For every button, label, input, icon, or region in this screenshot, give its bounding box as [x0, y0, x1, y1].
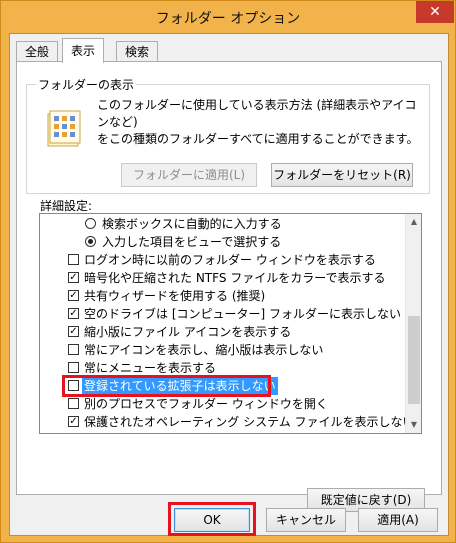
apply-button[interactable]: 適用(A) — [358, 508, 438, 532]
checkbox[interactable] — [68, 362, 79, 373]
folder-view-group-label: フォルダーの表示 — [36, 76, 137, 93]
list-item-label: 常にアイコンを表示し、縮小版は表示しない — [84, 343, 324, 357]
scroll-up-icon[interactable]: ▲ — [406, 214, 421, 230]
list-item-label: 入力した項目をビューで選択する — [102, 235, 282, 249]
folder-view-icon — [47, 110, 81, 147]
tab-search[interactable]: 検索 — [116, 41, 159, 62]
advanced-settings-list[interactable]: 検索ボックスに自動的に入力する 入力した項目をビューで選択する ログオン時に以前… — [39, 213, 422, 434]
title-bar[interactable]: フォルダー オプション ✕ — [1, 1, 455, 33]
list-item-label: 別のプロセスでフォルダー ウィンドウを開く — [84, 397, 328, 411]
checkbox[interactable] — [68, 254, 79, 265]
list-item-label: ログオン時に以前のフォルダー ウィンドウを表示する — [84, 253, 376, 267]
checkbox-checked[interactable]: ✓ — [68, 416, 79, 427]
checkbox-checked[interactable]: ✓ — [68, 290, 79, 301]
checkbox-checked[interactable]: ✓ — [68, 272, 79, 283]
apply-to-folders-button[interactable]: フォルダーに適用(L) — [121, 163, 257, 187]
description-line-2: をこの種類のフォルダーすべてに適用することができます。 — [97, 132, 419, 146]
tab-general[interactable]: 全般 — [16, 41, 59, 62]
list-item-label: 保護されたオペレーティング システム ファイルを表示しない (推奨) — [84, 415, 422, 429]
list-scrollbar[interactable]: ▲ ▼ — [405, 214, 421, 433]
reset-folders-button[interactable]: フォルダーをリセット(R) — [271, 163, 413, 187]
advanced-settings-label: 詳細設定: — [40, 199, 93, 213]
list-item-label: 登録されている拡張子は表示しない — [82, 377, 278, 395]
tab-view[interactable]: 表示 — [62, 38, 105, 63]
window-title: フォルダー オプション — [155, 11, 301, 27]
close-button[interactable]: ✕ — [416, 1, 454, 23]
ok-button[interactable]: OK — [174, 508, 250, 532]
dialog-client-area: 全般 表示 検索 フォルダーの表示 このフォルダーに使用している表示方法 (詳細… — [9, 33, 449, 536]
list-item-label: 暗号化や圧縮された NTFS ファイルをカラーで表示する — [84, 271, 386, 285]
checkbox[interactable] — [68, 380, 79, 391]
checkbox[interactable] — [68, 398, 79, 409]
list-item-label: 検索ボックスに自動的に入力する — [102, 217, 282, 231]
checkbox-checked[interactable]: ✓ — [68, 326, 79, 337]
list-item-label: 空のドライブは [コンピューター] フォルダーに表示しない — [84, 307, 401, 321]
checkbox-checked[interactable]: ✓ — [68, 308, 79, 319]
description-line-1: このフォルダーに使用している表示方法 (詳細表示やアイコンなど) — [97, 98, 417, 129]
checkbox[interactable] — [68, 344, 79, 355]
list-item-label: 共有ウィザードを使用する (推奨) — [84, 289, 266, 303]
view-tab-panel: フォルダーの表示 このフォルダーに使用している表示方法 (詳細表示やアイコンなど… — [16, 61, 442, 512]
folder-options-window: フォルダー オプション ✕ 全般 表示 検索 フォルダーの表示 このフォルダーに… — [0, 0, 456, 543]
list-item-label: 常にメニューを表示する — [84, 361, 217, 375]
radio-button-selected[interactable] — [85, 236, 96, 247]
radio-button[interactable] — [85, 218, 96, 229]
list-item-label: 縮小版にファイル アイコンを表示する — [84, 325, 292, 339]
scrollbar-thumb[interactable] — [408, 316, 420, 404]
folder-view-description: このフォルダーに使用している表示方法 (詳細表示やアイコンなど) をこの種類のフ… — [97, 97, 427, 148]
scroll-down-icon[interactable]: ▼ — [406, 417, 421, 433]
cancel-button[interactable]: キャンセル — [266, 508, 346, 532]
